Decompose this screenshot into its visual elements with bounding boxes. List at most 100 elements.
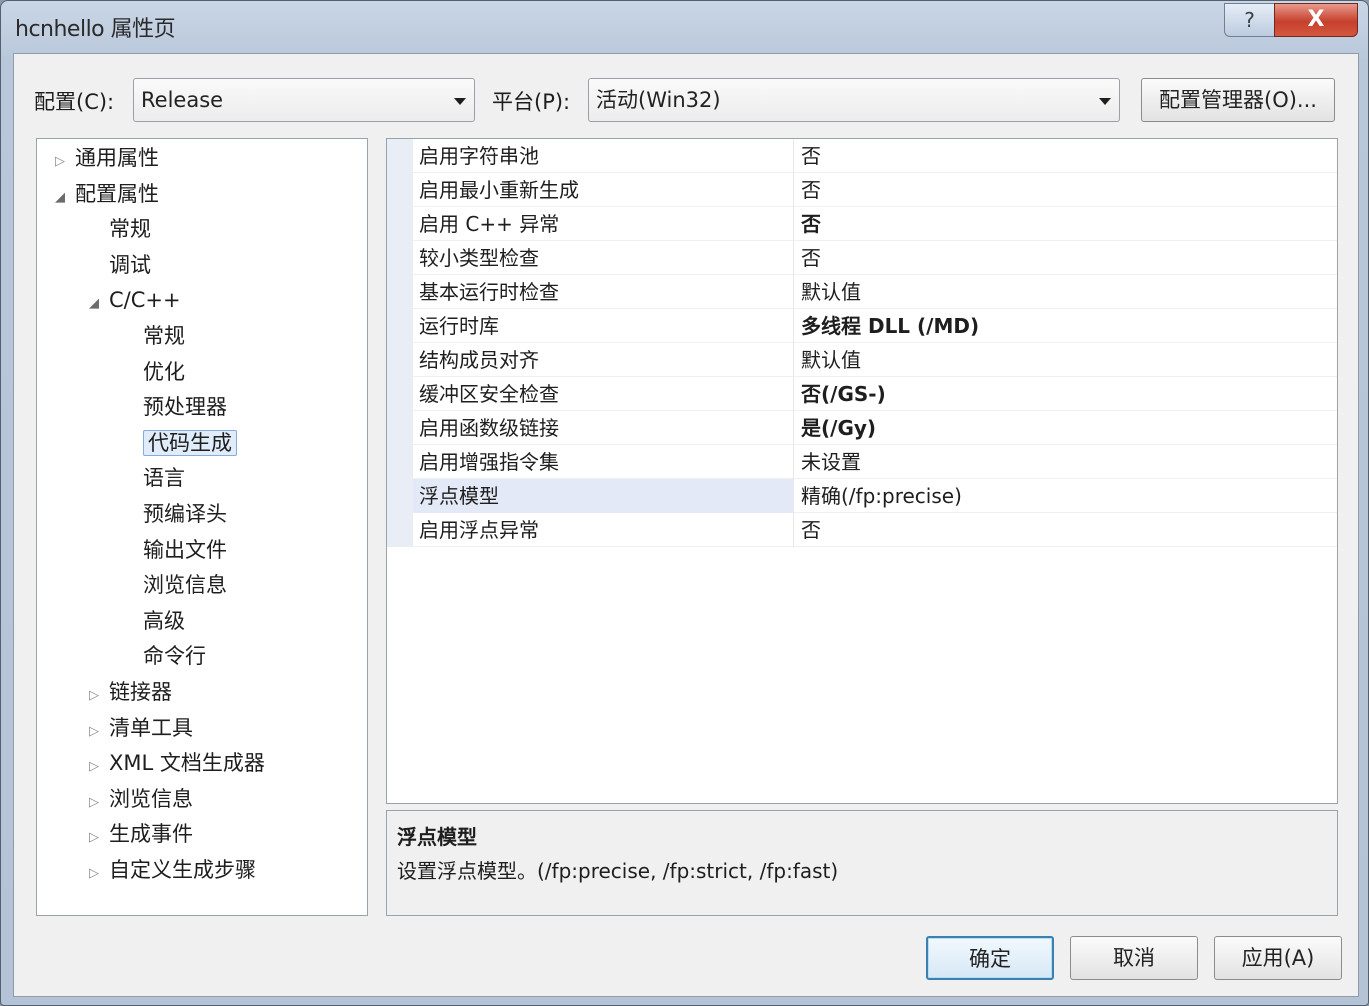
tree-node[interactable]: 优化 (123, 357, 185, 387)
property-tree[interactable]: ▷ 通用属性 ◢ 配置属性 常规 调试 ◢ C/C++ 常规 优化 预处理器 代码生成 语言 预编译头 输出… (36, 138, 368, 916)
tree-node-label: 常规 (109, 217, 151, 242)
property-name: 启用 C++ 异常 (419, 212, 560, 236)
property-row[interactable]: 启用字符串池 否 (413, 139, 1337, 173)
property-row[interactable]: 启用最小重新生成 否 (413, 173, 1337, 207)
property-row[interactable]: 启用函数级链接 是(/Gy) (413, 411, 1337, 445)
column-divider (793, 173, 794, 207)
description-panel: 浮点模型 设置浮点模型。(/fp:precise, /fp:strict, /f… (386, 810, 1338, 916)
property-name: 基本运行时检查 (419, 280, 559, 304)
tree-node[interactable]: ▷ 清单工具 (89, 713, 193, 743)
property-row[interactable]: 启用浮点异常 否 (413, 513, 1337, 547)
property-row[interactable]: 缓冲区安全检查 否(/GS-) (413, 377, 1337, 411)
tree-node[interactable]: ▷ 自定义生成步骤 (89, 855, 256, 885)
tree-node[interactable]: ▷ XML 文档生成器 (89, 748, 265, 778)
config-label: 配置(C): (34, 90, 115, 114)
tree-node[interactable]: 预编译头 (123, 499, 227, 529)
expand-arrow-icon[interactable]: ▷ (89, 681, 103, 711)
tree-node-label: 配置属性 (75, 181, 159, 206)
property-value[interactable]: 默认值 (801, 343, 861, 377)
property-row[interactable]: 启用增强指令集 未设置 (413, 445, 1337, 479)
tree-node-label: 预处理器 (143, 395, 227, 420)
ok-button[interactable]: 确定 (926, 936, 1054, 980)
tree-node[interactable]: ▷ 通用属性 (55, 143, 159, 173)
tree-node-label: 链接器 (109, 680, 172, 704)
description-title: 浮点模型 (397, 825, 477, 849)
property-row[interactable]: 启用 C++ 异常 否 (413, 207, 1337, 241)
tree-node-label: 浏览信息 (109, 786, 193, 811)
tree-node[interactable]: 输出文件 (123, 535, 227, 565)
property-value[interactable]: 默认值 (801, 275, 861, 309)
tree-node-label: 自定义生成步骤 (109, 858, 256, 882)
property-name: 启用浮点异常 (419, 518, 539, 542)
tree-node-label: 常规 (143, 324, 185, 348)
tree-node-label: 语言 (143, 466, 185, 491)
column-divider (793, 445, 794, 479)
config-combobox-value: Release (141, 88, 224, 112)
property-value[interactable]: 是(/Gy) (801, 411, 876, 445)
tree-node[interactable]: ◢ C/C++ (89, 285, 181, 315)
collapse-arrow-icon[interactable]: ◢ (55, 183, 69, 213)
help-button[interactable]: ? (1224, 3, 1274, 37)
platform-combobox-value: 活动(Win32) (596, 88, 721, 112)
config-combobox[interactable]: Release (133, 78, 475, 122)
column-divider (793, 343, 794, 377)
tree-node[interactable]: 语言 (123, 463, 185, 493)
close-button[interactable]: X (1274, 3, 1358, 37)
cancel-button[interactable]: 取消 (1070, 936, 1198, 980)
property-row[interactable]: 运行时库 多线程 DLL (/MD) (413, 309, 1337, 343)
property-value[interactable]: 否(/GS-) (801, 377, 886, 411)
tree-node[interactable]: 高级 (123, 606, 185, 636)
tree-node[interactable]: 命令行 (123, 641, 206, 671)
column-divider (793, 241, 794, 275)
expand-arrow-icon[interactable]: ▷ (89, 859, 103, 889)
expand-arrow-icon[interactable]: ▷ (89, 752, 103, 782)
tree-node[interactable]: ▷ 链接器 (89, 677, 172, 707)
column-divider (793, 513, 794, 547)
property-row[interactable]: 结构成员对齐 默认值 (413, 343, 1337, 377)
tree-node-label: 浏览信息 (143, 573, 227, 598)
property-value[interactable]: 否 (801, 241, 821, 275)
property-name: 运行时库 (419, 314, 499, 338)
expand-arrow-icon[interactable]: ▷ (89, 823, 103, 853)
tree-node[interactable]: ◢ 配置属性 (55, 179, 159, 209)
property-value[interactable]: 否 (801, 139, 821, 173)
tree-node[interactable]: ▷ 生成事件 (89, 819, 193, 849)
tree-node[interactable]: 浏览信息 (123, 570, 227, 600)
expand-arrow-icon[interactable]: ▷ (89, 788, 103, 818)
expand-arrow-icon[interactable]: ▷ (89, 717, 103, 747)
property-value[interactable]: 未设置 (801, 445, 861, 479)
tree-node-label: 通用属性 (75, 146, 159, 170)
dialog-client-area: 配置(C): Release 平台(P): 活动(Win32) 配置管理器(O)… (13, 53, 1359, 997)
property-row[interactable]: 基本运行时检查 默认值 (413, 275, 1337, 309)
tree-node-label: 代码生成 (143, 429, 237, 456)
tree-node[interactable]: 调试 (89, 250, 151, 280)
tree-node-label: 命令行 (143, 644, 206, 669)
platform-label: 平台(P): (492, 90, 571, 114)
property-value[interactable]: 否 (801, 173, 821, 207)
expand-arrow-icon[interactable]: ▷ (55, 147, 69, 177)
tree-node-label: 高级 (143, 608, 185, 633)
property-name: 启用函数级链接 (419, 416, 559, 440)
tree-node-label: C/C++ (109, 288, 181, 313)
property-value[interactable]: 否 (801, 207, 821, 241)
column-divider (793, 275, 794, 309)
property-name: 启用增强指令集 (419, 450, 559, 474)
column-divider (793, 377, 794, 411)
tree-node-label: 输出文件 (143, 537, 227, 562)
property-value[interactable]: 否 (801, 513, 821, 547)
tree-node[interactable]: 常规 (123, 321, 185, 351)
property-row[interactable]: 较小类型检查 否 (413, 241, 1337, 275)
property-row[interactable]: 浮点模型 精确(/fp:precise) (413, 479, 1337, 513)
tree-node[interactable]: 代码生成 (123, 428, 237, 458)
column-divider (793, 207, 794, 241)
property-value[interactable]: 多线程 DLL (/MD) (801, 309, 979, 343)
apply-button[interactable]: 应用(A) (1214, 936, 1342, 980)
collapse-arrow-icon[interactable]: ◢ (89, 289, 103, 319)
property-value[interactable]: 精确(/fp:precise) (801, 479, 962, 513)
config-manager-button[interactable]: 配置管理器(O)... (1141, 78, 1335, 122)
property-grid[interactable]: 启用字符串池否启用最小重新生成否启用 C++ 异常否较小类型检查否基本运行时检查… (386, 138, 1338, 804)
tree-node[interactable]: 预处理器 (123, 392, 227, 422)
tree-node[interactable]: 常规 (89, 214, 151, 244)
tree-node[interactable]: ▷ 浏览信息 (89, 784, 193, 814)
platform-combobox[interactable]: 活动(Win32) (588, 78, 1120, 122)
